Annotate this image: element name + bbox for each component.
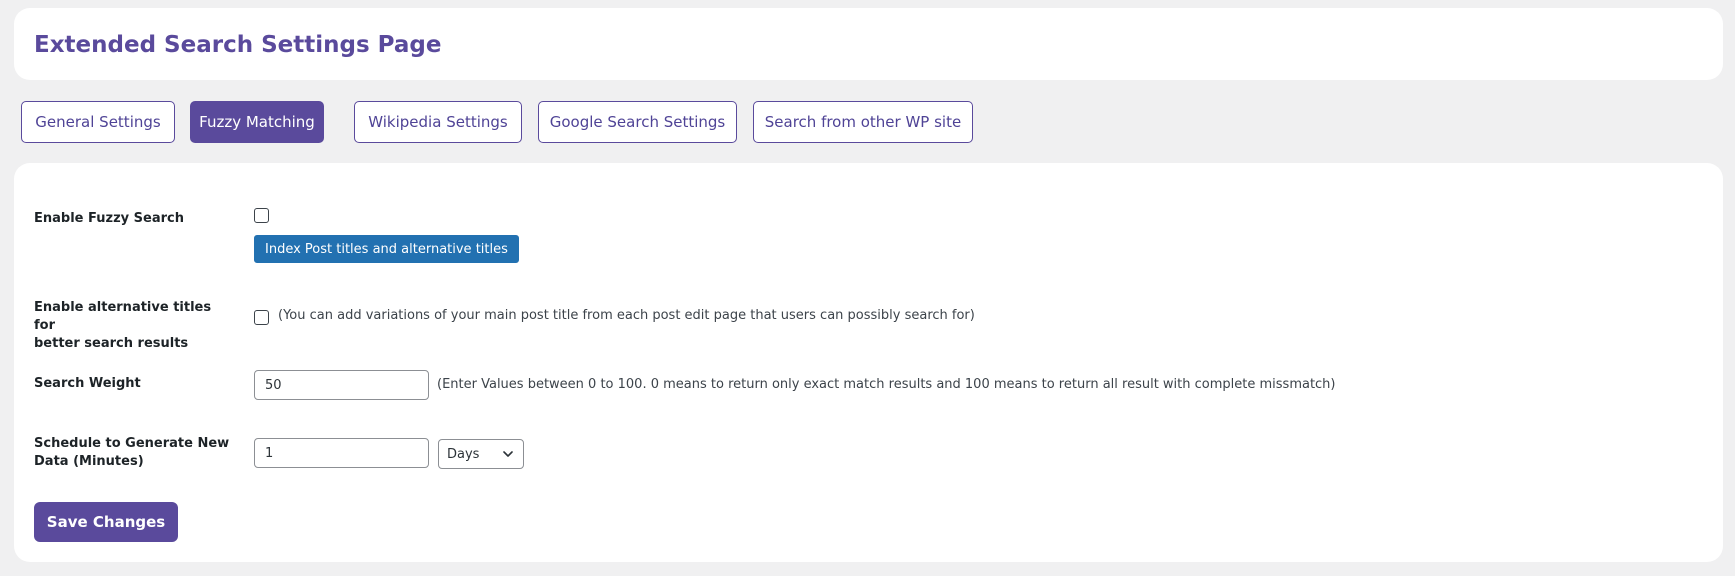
settings-card: Enable Fuzzy Search Index Post titles an… (14, 163, 1723, 562)
schedule-label: Schedule to Generate New Data (Minutes) (34, 435, 234, 471)
search-weight-hint: (Enter Values between 0 to 100. 0 means … (437, 377, 1336, 392)
tab-wikipedia-settings[interactable]: Wikipedia Settings (354, 101, 522, 143)
tab-search-other-wp-site[interactable]: Search from other WP site (753, 101, 973, 143)
enable-fuzzy-search-label: Enable Fuzzy Search (34, 211, 184, 226)
schedule-label-line2: Data (Minutes) (34, 454, 144, 469)
alt-titles-hint: (You can add variations of your main pos… (278, 308, 975, 323)
alt-titles-checkbox[interactable] (254, 310, 269, 325)
search-weight-label: Search Weight (34, 376, 141, 391)
search-weight-input[interactable] (254, 370, 429, 400)
alt-titles-label-line2: better search results (34, 336, 189, 351)
tab-fuzzy-matching[interactable]: Fuzzy Matching (190, 101, 324, 143)
tab-general-settings[interactable]: General Settings (21, 101, 175, 143)
schedule-unit-value: Days (447, 446, 480, 462)
tab-google-search-settings[interactable]: Google Search Settings (538, 101, 737, 143)
alt-titles-label-line1: Enable alternative titles for (34, 300, 212, 333)
schedule-label-line1: Schedule to Generate New (34, 436, 230, 451)
page-title: Extended Search Settings Page (34, 32, 442, 58)
chevron-down-icon (503, 451, 513, 457)
alt-titles-label: Enable alternative titles for better sea… (34, 299, 234, 353)
header-card: Extended Search Settings Page (14, 8, 1723, 80)
index-post-titles-button[interactable]: Index Post titles and alternative titles (254, 235, 519, 263)
save-changes-button[interactable]: Save Changes (34, 502, 178, 542)
schedule-unit-select[interactable]: Days (438, 439, 524, 469)
schedule-input[interactable] (254, 438, 429, 468)
enable-fuzzy-search-checkbox[interactable] (254, 208, 269, 223)
